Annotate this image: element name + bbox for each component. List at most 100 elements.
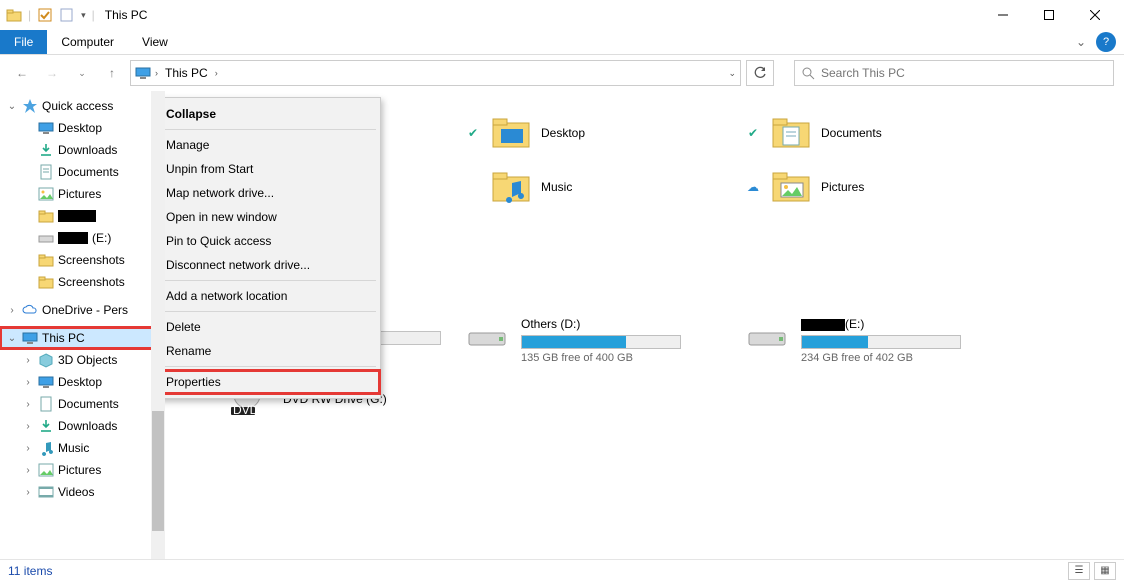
tab-view[interactable]: View	[128, 30, 182, 54]
tree-item-pictures[interactable]: Pictures	[0, 183, 165, 205]
minimize-button[interactable]	[980, 0, 1026, 30]
tree-item-documents-pc[interactable]: ›Documents	[0, 393, 165, 415]
tree-item-screenshots[interactable]: Screenshots	[0, 249, 165, 271]
content-pane: ✔ Desktop ✔ Documents Music ☁ P	[165, 91, 1124, 559]
folder-desktop[interactable]: ✔ Desktop	[465, 115, 745, 151]
new-folder-qat-icon[interactable]	[59, 7, 75, 23]
folder-pictures[interactable]: ☁ Pictures	[745, 169, 1025, 205]
address-dropdown-icon[interactable]: ⌄	[728, 68, 736, 79]
menu-collapse[interactable]: Collapse	[165, 102, 380, 126]
sync-ok-icon: ✔	[465, 126, 481, 140]
sync-ok-icon: ✔	[745, 126, 761, 140]
tree-label: Screenshots	[58, 275, 125, 289]
tree-item-desktop[interactable]: Desktop	[0, 117, 165, 139]
desktop-icon	[38, 374, 54, 390]
qat-divider: |	[28, 8, 31, 22]
menu-properties[interactable]: Properties	[165, 370, 380, 394]
chevron-right-icon[interactable]: ›	[22, 421, 34, 432]
tree-quick-access[interactable]: ⌄ Quick access	[0, 95, 165, 117]
view-large-icons-button[interactable]: ▦	[1094, 562, 1116, 580]
tree-item-screenshots-2[interactable]: Screenshots	[0, 271, 165, 293]
menu-pin-quick-access[interactable]: Pin to Quick access	[165, 229, 380, 253]
tree-item-3dobjects[interactable]: ›3D Objects	[0, 349, 165, 371]
maximize-button[interactable]	[1026, 0, 1072, 30]
search-icon	[801, 66, 815, 80]
quick-access-toolbar: | ▾ |	[6, 7, 95, 23]
explorer-icon	[6, 7, 22, 23]
view-details-button[interactable]: ☰	[1068, 562, 1090, 580]
pictures-icon	[38, 462, 54, 478]
recent-locations-button[interactable]: ⌄	[70, 61, 94, 85]
menu-add-network-location[interactable]: Add a network location	[165, 284, 380, 308]
tree-item-downloads-pc[interactable]: ›Downloads	[0, 415, 165, 437]
tree-item-pictures-pc[interactable]: ›Pictures	[0, 459, 165, 481]
help-button[interactable]: ?	[1096, 32, 1116, 52]
close-button[interactable]	[1072, 0, 1118, 30]
menu-manage[interactable]: Manage	[165, 133, 380, 157]
menu-rename[interactable]: Rename	[165, 339, 380, 363]
address-chevron-icon[interactable]: ›	[215, 68, 218, 78]
tree-item-documents[interactable]: Documents	[0, 161, 165, 183]
chevron-right-icon[interactable]: ›	[6, 305, 18, 316]
properties-qat-icon[interactable]	[37, 7, 53, 23]
folder-documents[interactable]: ✔ Documents	[745, 115, 1025, 151]
tree-item-desktop-pc[interactable]: › Desktop	[0, 371, 165, 393]
search-input[interactable]	[821, 66, 1107, 80]
chevron-right-icon[interactable]: ›	[22, 399, 34, 410]
menu-delete[interactable]: Delete	[165, 315, 380, 339]
chevron-right-icon[interactable]: ›	[22, 443, 34, 454]
menu-disconnect-drive[interactable]: Disconnect network drive...	[165, 253, 380, 277]
tree-label: Videos	[58, 485, 94, 499]
folder-icon	[38, 252, 54, 268]
forward-button[interactable]: →	[40, 61, 64, 85]
folder-music[interactable]: Music	[465, 169, 745, 205]
chevron-right-icon[interactable]: ›	[22, 377, 34, 388]
star-icon	[22, 98, 38, 114]
tree-item-redacted-folder[interactable]	[0, 205, 165, 227]
tree-label: Quick access	[42, 99, 113, 113]
qat-dropdown-icon[interactable]: ▾	[81, 10, 86, 21]
menu-separator	[165, 311, 376, 312]
music-folder-icon	[491, 169, 531, 205]
drive-others-d[interactable]: Others (D:) 135 GB free of 400 GB	[465, 317, 745, 364]
pictures-folder-icon	[771, 169, 811, 205]
address-bar[interactable]: › This PC › ⌄	[130, 60, 741, 86]
chevron-right-icon[interactable]: ›	[22, 465, 34, 476]
redacted-text	[58, 210, 96, 222]
up-button[interactable]: ↑	[100, 61, 124, 85]
drive-e[interactable]: (E:) 234 GB free of 402 GB	[745, 317, 1025, 364]
desktop-icon	[38, 120, 54, 136]
menu-open-new-window[interactable]: Open in new window	[165, 205, 380, 229]
tab-computer[interactable]: Computer	[47, 30, 128, 54]
menu-map-drive[interactable]: Map network drive...	[165, 181, 380, 205]
tab-file[interactable]: File	[0, 30, 47, 54]
back-button[interactable]: ←	[10, 61, 34, 85]
tree-label: Desktop	[58, 375, 102, 389]
menu-unpin-start[interactable]: Unpin from Start	[165, 157, 380, 181]
tree-onedrive[interactable]: › OneDrive - Pers	[0, 299, 165, 321]
tree-label: (E:)	[92, 231, 111, 245]
chevron-right-icon[interactable]: ›	[22, 487, 34, 498]
breadcrumb[interactable]: This PC	[162, 66, 211, 80]
tree-label: This PC	[42, 331, 85, 345]
refresh-button[interactable]	[746, 60, 774, 86]
cloud-icon	[22, 302, 38, 318]
tree-item-videos-pc[interactable]: › Videos	[0, 481, 165, 503]
tree-item-e-drive[interactable]: (E:)	[0, 227, 165, 249]
tree-scrollbar-thumb[interactable]	[152, 411, 164, 531]
chevron-down-icon[interactable]: ⌄	[6, 101, 18, 112]
tree-item-music-pc[interactable]: ›Music	[0, 437, 165, 459]
music-icon	[38, 440, 54, 456]
search-box[interactable]	[794, 60, 1114, 86]
downloads-icon	[38, 418, 54, 434]
tree-item-downloads[interactable]: Downloads	[0, 139, 165, 161]
videos-icon	[38, 484, 54, 500]
svg-text:DVD: DVD	[233, 403, 259, 417]
chevron-down-icon[interactable]: ⌄	[6, 333, 18, 344]
tree-this-pc[interactable]: ⌄ This PC	[0, 327, 165, 349]
ribbon-expand-icon[interactable]: ⌄	[1076, 35, 1086, 49]
chevron-right-icon[interactable]: ›	[22, 355, 34, 366]
qat-divider: |	[92, 8, 95, 22]
address-chevron-icon[interactable]: ›	[155, 68, 158, 78]
ribbon: File Computer View ⌄ ?	[0, 30, 1124, 55]
